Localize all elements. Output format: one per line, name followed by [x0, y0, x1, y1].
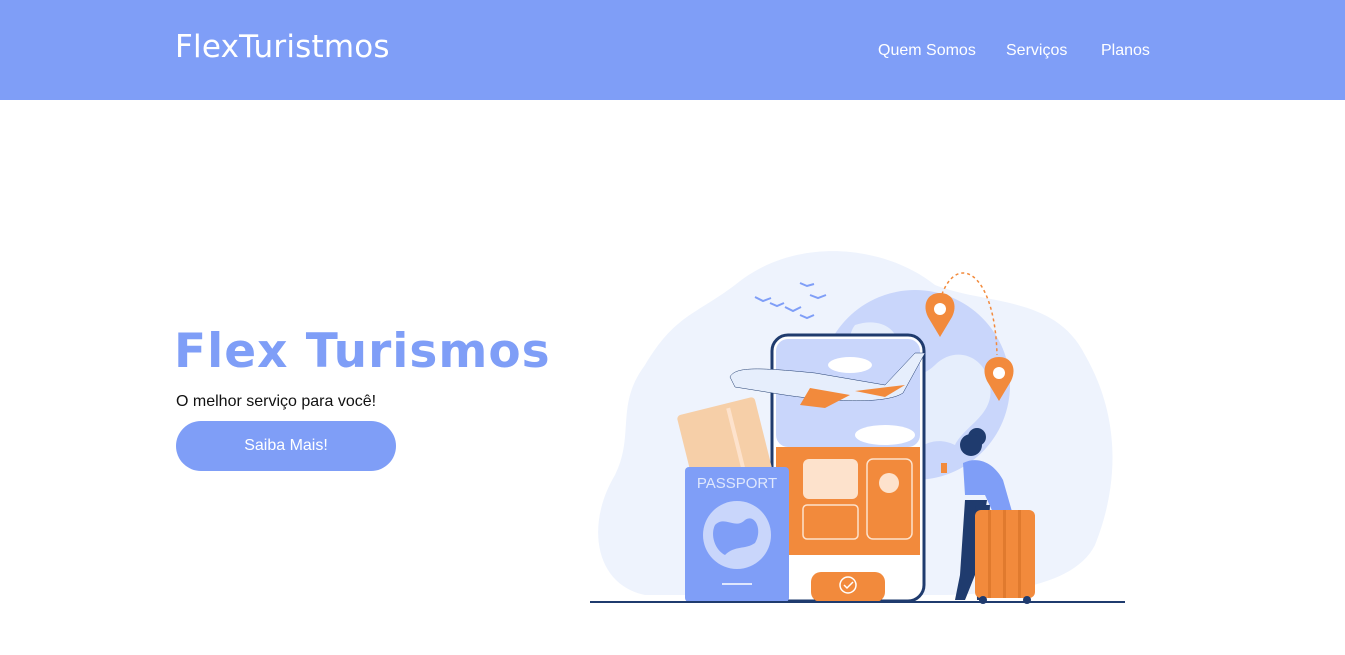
nav-link-quem-somos[interactable]: Quem Somos	[878, 42, 976, 60]
site-logo[interactable]: FlexTuristmos	[175, 29, 390, 65]
pin-icon	[879, 473, 899, 493]
nav-link-servicos[interactable]: Serviços	[1006, 42, 1067, 60]
nav-link-planos[interactable]: Planos	[1101, 42, 1150, 60]
site-header: FlexTuristmos Quem Somos Serviços Planos	[0, 0, 1345, 100]
hero-title: Flex Turismos	[174, 324, 551, 379]
travel-illustration: PASSPORT	[590, 251, 1125, 604]
saiba-mais-button[interactable]: Saiba Mais!	[176, 421, 396, 471]
hero-subtitle: O melhor serviço para você!	[176, 393, 377, 410]
passport-label: PASSPORT	[697, 475, 777, 492]
